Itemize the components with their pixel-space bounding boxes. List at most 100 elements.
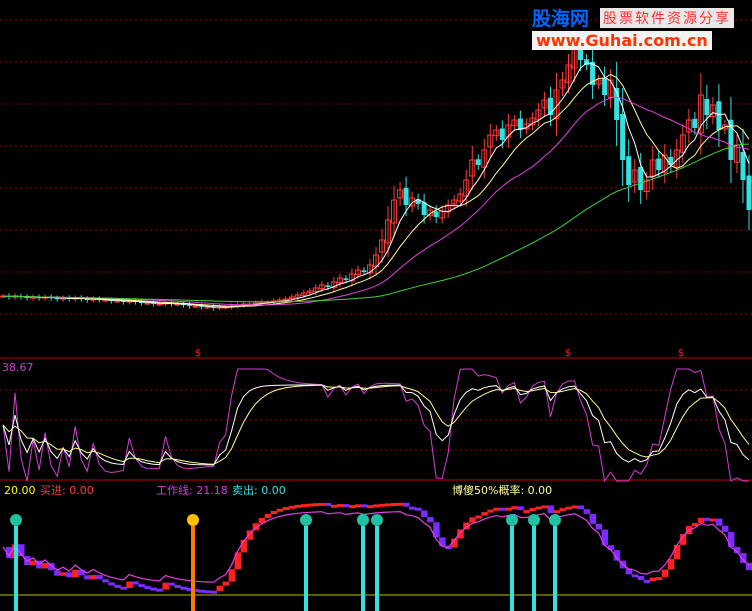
work-block bbox=[421, 510, 428, 518]
work-block bbox=[342, 504, 350, 508]
work-block bbox=[385, 503, 392, 507]
work-block bbox=[403, 502, 410, 507]
work-block bbox=[348, 505, 356, 509]
work-block bbox=[354, 504, 362, 508]
work-block bbox=[336, 504, 344, 508]
candle-body bbox=[692, 118, 698, 128]
work-block bbox=[162, 582, 169, 590]
signal-bar bbox=[553, 526, 557, 611]
lower-panel-labels: 20.00 买进: 0.00 工作线: 21.18 卖出: 0.00 博傻50%概率: … bbox=[4, 483, 552, 497]
work-block bbox=[523, 510, 530, 514]
work-block bbox=[210, 590, 218, 594]
stock-chart-screen: $ $ $ 38.67 20.00 买进: 0.00 工作线: 21.18 卖出: 0.0… bbox=[0, 0, 752, 611]
signal-badge bbox=[549, 514, 561, 526]
work-block bbox=[60, 572, 67, 576]
candle-body bbox=[499, 128, 505, 140]
work-block bbox=[198, 589, 206, 593]
signal-bar bbox=[375, 526, 379, 611]
candle-body bbox=[199, 306, 205, 308]
candle-body bbox=[602, 77, 608, 95]
work-block bbox=[132, 581, 139, 585]
signal-bar bbox=[361, 526, 365, 611]
work-block bbox=[505, 507, 512, 511]
signal-badge bbox=[187, 514, 199, 526]
work-block bbox=[168, 582, 175, 586]
work-block bbox=[631, 574, 639, 578]
candle-body bbox=[656, 158, 662, 170]
work-block bbox=[391, 503, 398, 507]
work-block bbox=[481, 512, 488, 516]
work-block bbox=[559, 508, 567, 512]
work-block bbox=[150, 587, 157, 591]
signal-badge bbox=[10, 514, 22, 526]
work-block bbox=[511, 506, 518, 510]
work-block bbox=[667, 559, 675, 570]
candle-body bbox=[475, 159, 481, 165]
work-block bbox=[637, 575, 645, 580]
candle-body bbox=[403, 187, 409, 205]
work-block bbox=[270, 510, 278, 514]
work-block bbox=[703, 517, 711, 521]
work-block bbox=[721, 525, 729, 533]
signal-bar bbox=[532, 526, 536, 611]
work-block bbox=[294, 504, 302, 508]
chart-svg[interactable]: $ $ $ 38.67 20.00 买进: 0.00 工作线: 21.18 卖出: 0.0… bbox=[0, 0, 752, 611]
work-block bbox=[324, 502, 332, 506]
work-block bbox=[306, 503, 314, 507]
dollar-marker: $ bbox=[678, 348, 684, 359]
work-block bbox=[300, 504, 308, 508]
k-line bbox=[2, 384, 750, 466]
watermark-slogan: 股票软件资源分享 bbox=[600, 8, 734, 28]
candle-body bbox=[740, 152, 746, 180]
panel3-label-sell: 卖出: 0.00 bbox=[232, 483, 286, 497]
candle-body bbox=[204, 306, 211, 309]
work-block bbox=[156, 588, 163, 592]
signal-bar bbox=[14, 526, 18, 611]
signal-badge bbox=[371, 514, 383, 526]
dollar-markers: $ $ $ bbox=[195, 348, 684, 359]
candle-body bbox=[144, 302, 151, 305]
work-block bbox=[661, 569, 669, 578]
work-block bbox=[216, 585, 224, 592]
candle-body bbox=[325, 285, 331, 287]
candle-series bbox=[0, 31, 752, 311]
work-block bbox=[547, 505, 554, 514]
work-block bbox=[493, 507, 500, 511]
candle-body bbox=[433, 211, 439, 217]
candle-body bbox=[343, 278, 349, 280]
candle-body bbox=[626, 156, 632, 185]
work-block bbox=[174, 584, 181, 588]
work-block bbox=[697, 517, 705, 524]
candle-body bbox=[156, 303, 163, 306]
work-block bbox=[66, 572, 73, 578]
oscillator-value-label: 38.67 bbox=[2, 361, 34, 374]
work-block bbox=[72, 569, 79, 578]
work-block bbox=[54, 570, 61, 576]
work-block bbox=[138, 584, 145, 588]
signal-badge bbox=[300, 514, 312, 526]
dollar-marker: $ bbox=[195, 348, 201, 359]
work-block bbox=[372, 504, 380, 508]
work-block bbox=[96, 575, 103, 580]
candle-body bbox=[114, 300, 121, 303]
candle-body bbox=[192, 305, 199, 308]
work-block bbox=[126, 581, 133, 588]
signal-badge bbox=[357, 514, 369, 526]
work-block bbox=[415, 507, 422, 511]
work-block bbox=[330, 504, 338, 508]
work-block bbox=[264, 513, 272, 518]
panel3-label-prob: 博傻50%概率: 0.00 bbox=[452, 483, 552, 497]
signal-badge bbox=[528, 514, 540, 526]
work-block bbox=[108, 582, 115, 586]
work-block bbox=[84, 575, 91, 580]
candle-body bbox=[361, 270, 367, 272]
work-block bbox=[535, 506, 542, 510]
work-block bbox=[649, 577, 657, 581]
work-block bbox=[360, 504, 368, 508]
work-block bbox=[397, 502, 404, 506]
watermark-brand: 股海网 bbox=[532, 8, 590, 30]
candle-body bbox=[620, 114, 626, 160]
candle-body bbox=[547, 97, 553, 115]
work-block bbox=[517, 506, 524, 511]
work-block bbox=[318, 502, 326, 506]
